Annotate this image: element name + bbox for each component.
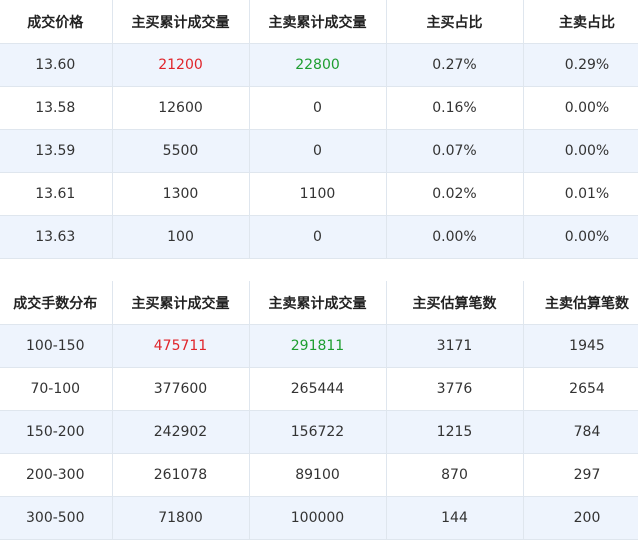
table-row: 13.58 12600 0 0.16% 0.00% [0, 86, 638, 130]
sell-count-cell: 2654 [523, 367, 638, 411]
price-cell: 13.59 [0, 129, 113, 173]
header-sell-count[interactable]: 主卖估算笔数 [523, 281, 638, 325]
price-cell: 13.63 [0, 215, 113, 259]
table-row: 150-200 242902 156722 1215 784 [0, 410, 638, 454]
header-price[interactable]: 成交价格 [0, 0, 113, 44]
buy-volume-cell: 475711 [112, 324, 250, 368]
sell-ratio-cell: 0.00% [523, 129, 638, 173]
buy-volume-cell: 261078 [112, 453, 250, 497]
buy-count-cell: 870 [386, 453, 524, 497]
table-header-row: 成交价格 主买累计成交量 主卖累计成交量 主买占比 主卖占比 [0, 0, 638, 44]
sell-volume-cell: 100000 [249, 496, 387, 540]
table-row: 13.60 21200 22800 0.27% 0.29% [0, 43, 638, 87]
sell-count-cell: 200 [523, 496, 638, 540]
buy-ratio-cell: 0.27% [386, 43, 524, 87]
size-range-cell: 200-300 [0, 453, 113, 497]
header-buy-ratio[interactable]: 主买占比 [386, 0, 524, 44]
size-range-cell: 150-200 [0, 410, 113, 454]
header-buy-count[interactable]: 主买估算笔数 [386, 281, 524, 325]
buy-volume-cell: 377600 [112, 367, 250, 411]
table-row: 13.61 1300 1100 0.02% 0.01% [0, 172, 638, 216]
table-row: 200-300 261078 89100 870 297 [0, 453, 638, 497]
sell-volume-cell: 0 [249, 86, 387, 130]
buy-count-cell: 3776 [386, 367, 524, 411]
sell-volume-cell: 0 [249, 129, 387, 173]
sell-volume-cell: 265444 [249, 367, 387, 411]
buy-count-cell: 1215 [386, 410, 524, 454]
header-sell-ratio[interactable]: 主卖占比 [523, 0, 638, 44]
sell-count-cell: 1945 [523, 324, 638, 368]
sell-volume-cell: 1100 [249, 172, 387, 216]
sell-count-cell: 784 [523, 410, 638, 454]
size-range-cell: 70-100 [0, 367, 113, 411]
size-range-cell: 100-150 [0, 324, 113, 368]
size-range-cell: 300-500 [0, 496, 113, 540]
buy-volume-cell: 242902 [112, 410, 250, 454]
sell-count-cell: 297 [523, 453, 638, 497]
sell-volume-cell: 22800 [249, 43, 387, 87]
price-cell: 13.58 [0, 86, 113, 130]
buy-volume-cell: 71800 [112, 496, 250, 540]
buy-ratio-cell: 0.07% [386, 129, 524, 173]
sell-volume-cell: 156722 [249, 410, 387, 454]
buy-ratio-cell: 0.02% [386, 172, 524, 216]
buy-volume-cell: 1300 [112, 172, 250, 216]
sell-ratio-cell: 0.00% [523, 215, 638, 259]
buy-volume-cell: 5500 [112, 129, 250, 173]
table-row: 300-500 71800 100000 144 200 [0, 496, 638, 540]
sell-ratio-cell: 0.00% [523, 86, 638, 130]
buy-volume-cell: 12600 [112, 86, 250, 130]
price-cell: 13.61 [0, 172, 113, 216]
table-row: 70-100 377600 265444 3776 2654 [0, 367, 638, 411]
price-distribution-table: 成交价格 主买累计成交量 主卖累计成交量 主买占比 主卖占比 13.60 212… [0, 0, 638, 259]
buy-ratio-cell: 0.16% [386, 86, 524, 130]
table-header-row: 成交手数分布 主买累计成交量 主卖累计成交量 主买估算笔数 主卖估算笔数 [0, 281, 638, 325]
header-buy-volume[interactable]: 主买累计成交量 [112, 0, 250, 44]
price-cell: 13.60 [0, 43, 113, 87]
buy-volume-cell: 100 [112, 215, 250, 259]
table-row: 13.59 5500 0 0.07% 0.00% [0, 129, 638, 173]
sell-ratio-cell: 0.29% [523, 43, 638, 87]
table-row: 13.63 100 0 0.00% 0.00% [0, 215, 638, 259]
trade-size-distribution-table: 成交手数分布 主买累计成交量 主卖累计成交量 主买估算笔数 主卖估算笔数 100… [0, 281, 638, 540]
sell-volume-cell: 0 [249, 215, 387, 259]
buy-ratio-cell: 0.00% [386, 215, 524, 259]
sell-volume-cell: 89100 [249, 453, 387, 497]
buy-count-cell: 144 [386, 496, 524, 540]
sell-ratio-cell: 0.01% [523, 172, 638, 216]
header-sell-volume[interactable]: 主卖累计成交量 [249, 281, 387, 325]
sell-volume-cell: 291811 [249, 324, 387, 368]
buy-volume-cell: 21200 [112, 43, 250, 87]
header-sell-volume[interactable]: 主卖累计成交量 [249, 0, 387, 44]
header-buy-volume[interactable]: 主买累计成交量 [112, 281, 250, 325]
buy-count-cell: 3171 [386, 324, 524, 368]
header-size-range[interactable]: 成交手数分布 [0, 281, 113, 325]
table-row: 100-150 475711 291811 3171 1945 [0, 324, 638, 368]
